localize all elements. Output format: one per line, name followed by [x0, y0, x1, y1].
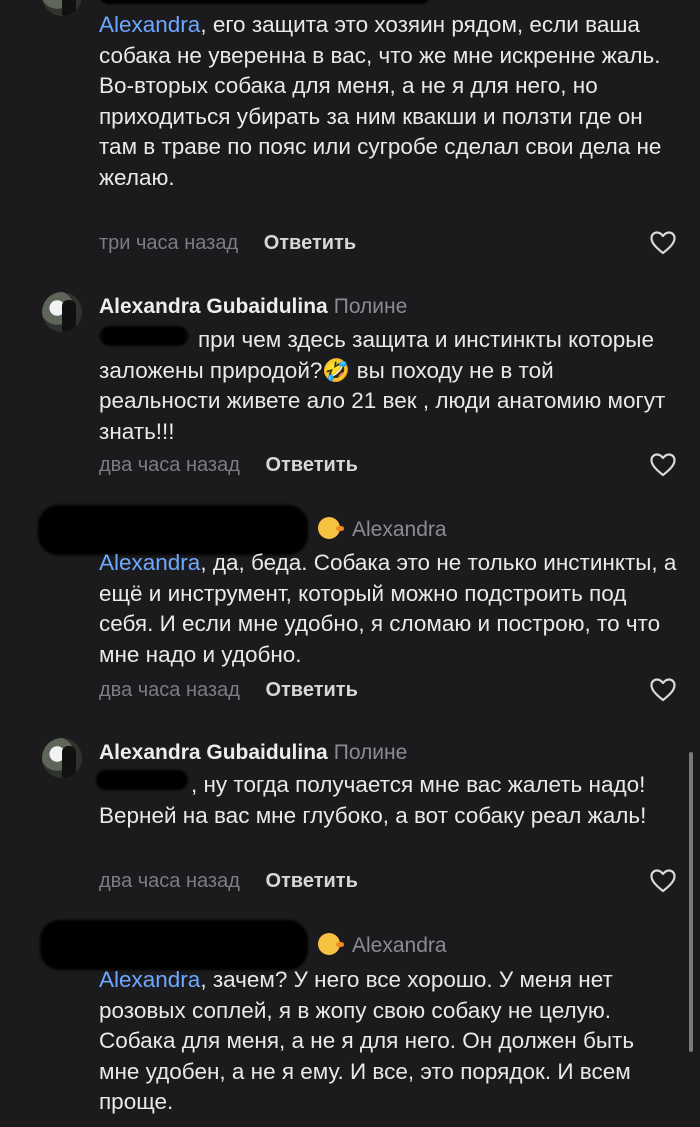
redacted-name: [100, 0, 430, 4]
comment-header: Alexandra Gubaidulina Полине: [99, 737, 407, 769]
heart-outline-icon[interactable]: [650, 869, 676, 893]
comment-meta: два часа назад Ответить: [99, 450, 358, 480]
comment-text: при чем здесь защита и инстинкты которые…: [99, 327, 666, 444]
redacted-name: [40, 920, 308, 970]
reply-button[interactable]: Ответить: [264, 232, 356, 254]
avatar[interactable]: [42, 738, 82, 778]
scrollbar[interactable]: [689, 752, 693, 1052]
heart-outline-icon[interactable]: [650, 678, 676, 702]
comment-time: три часа назад: [99, 232, 239, 254]
reply-to-name[interactable]: Полине: [334, 295, 408, 318]
avatar[interactable]: [42, 0, 82, 16]
author-name[interactable]: Alexandra Gubaidulina: [99, 295, 328, 318]
author-name[interactable]: Alexandra Gubaidulina: [99, 741, 328, 764]
comment-text: Alexandra, да, беда. Собака это не тольк…: [99, 550, 677, 667]
mention-link[interactable]: Alexandra: [99, 967, 200, 992]
comment-time: два часа назад: [99, 679, 240, 701]
heart-outline-icon[interactable]: [650, 453, 676, 477]
comment-text: , ну тогда получается мне вас жалеть над…: [99, 772, 647, 828]
comments-thread: Alexandra, его защита это хозяин рядом, …: [0, 0, 700, 1127]
comment-text: Alexandra, его защита это хозяин рядом, …: [99, 12, 662, 190]
comment-header: Alexandra: [318, 930, 447, 962]
reply-to-name[interactable]: Alexandra: [352, 934, 447, 957]
reply-button[interactable]: Ответить: [265, 454, 357, 476]
reply-button[interactable]: Ответить: [265, 870, 357, 892]
comment-meta: три часа назад Ответить: [99, 228, 356, 258]
duck-emoji-icon: [318, 517, 344, 540]
reply-to-name[interactable]: Полине: [334, 741, 408, 764]
comment-header: Alexandra: [318, 514, 447, 546]
comment-header: Alexandra Gubaidulina Полине: [99, 291, 407, 323]
comment-meta: два часа назад Ответить: [99, 675, 358, 705]
comment-text: Alexandra, зачем? У него все хорошо. У м…: [99, 967, 635, 1115]
mention-link[interactable]: Alexandra: [99, 550, 200, 575]
avatar[interactable]: [42, 292, 82, 332]
reply-button[interactable]: Ответить: [265, 679, 357, 701]
mention-link[interactable]: Alexandra: [99, 12, 200, 37]
heart-outline-icon[interactable]: [650, 231, 676, 255]
reply-to-name[interactable]: Alexandra: [352, 518, 447, 541]
comment-meta: два часа назад Ответить: [99, 866, 358, 896]
duck-emoji-icon: [318, 933, 344, 956]
comment-time: два часа назад: [99, 870, 240, 892]
comment-time: два часа назад: [99, 454, 240, 476]
